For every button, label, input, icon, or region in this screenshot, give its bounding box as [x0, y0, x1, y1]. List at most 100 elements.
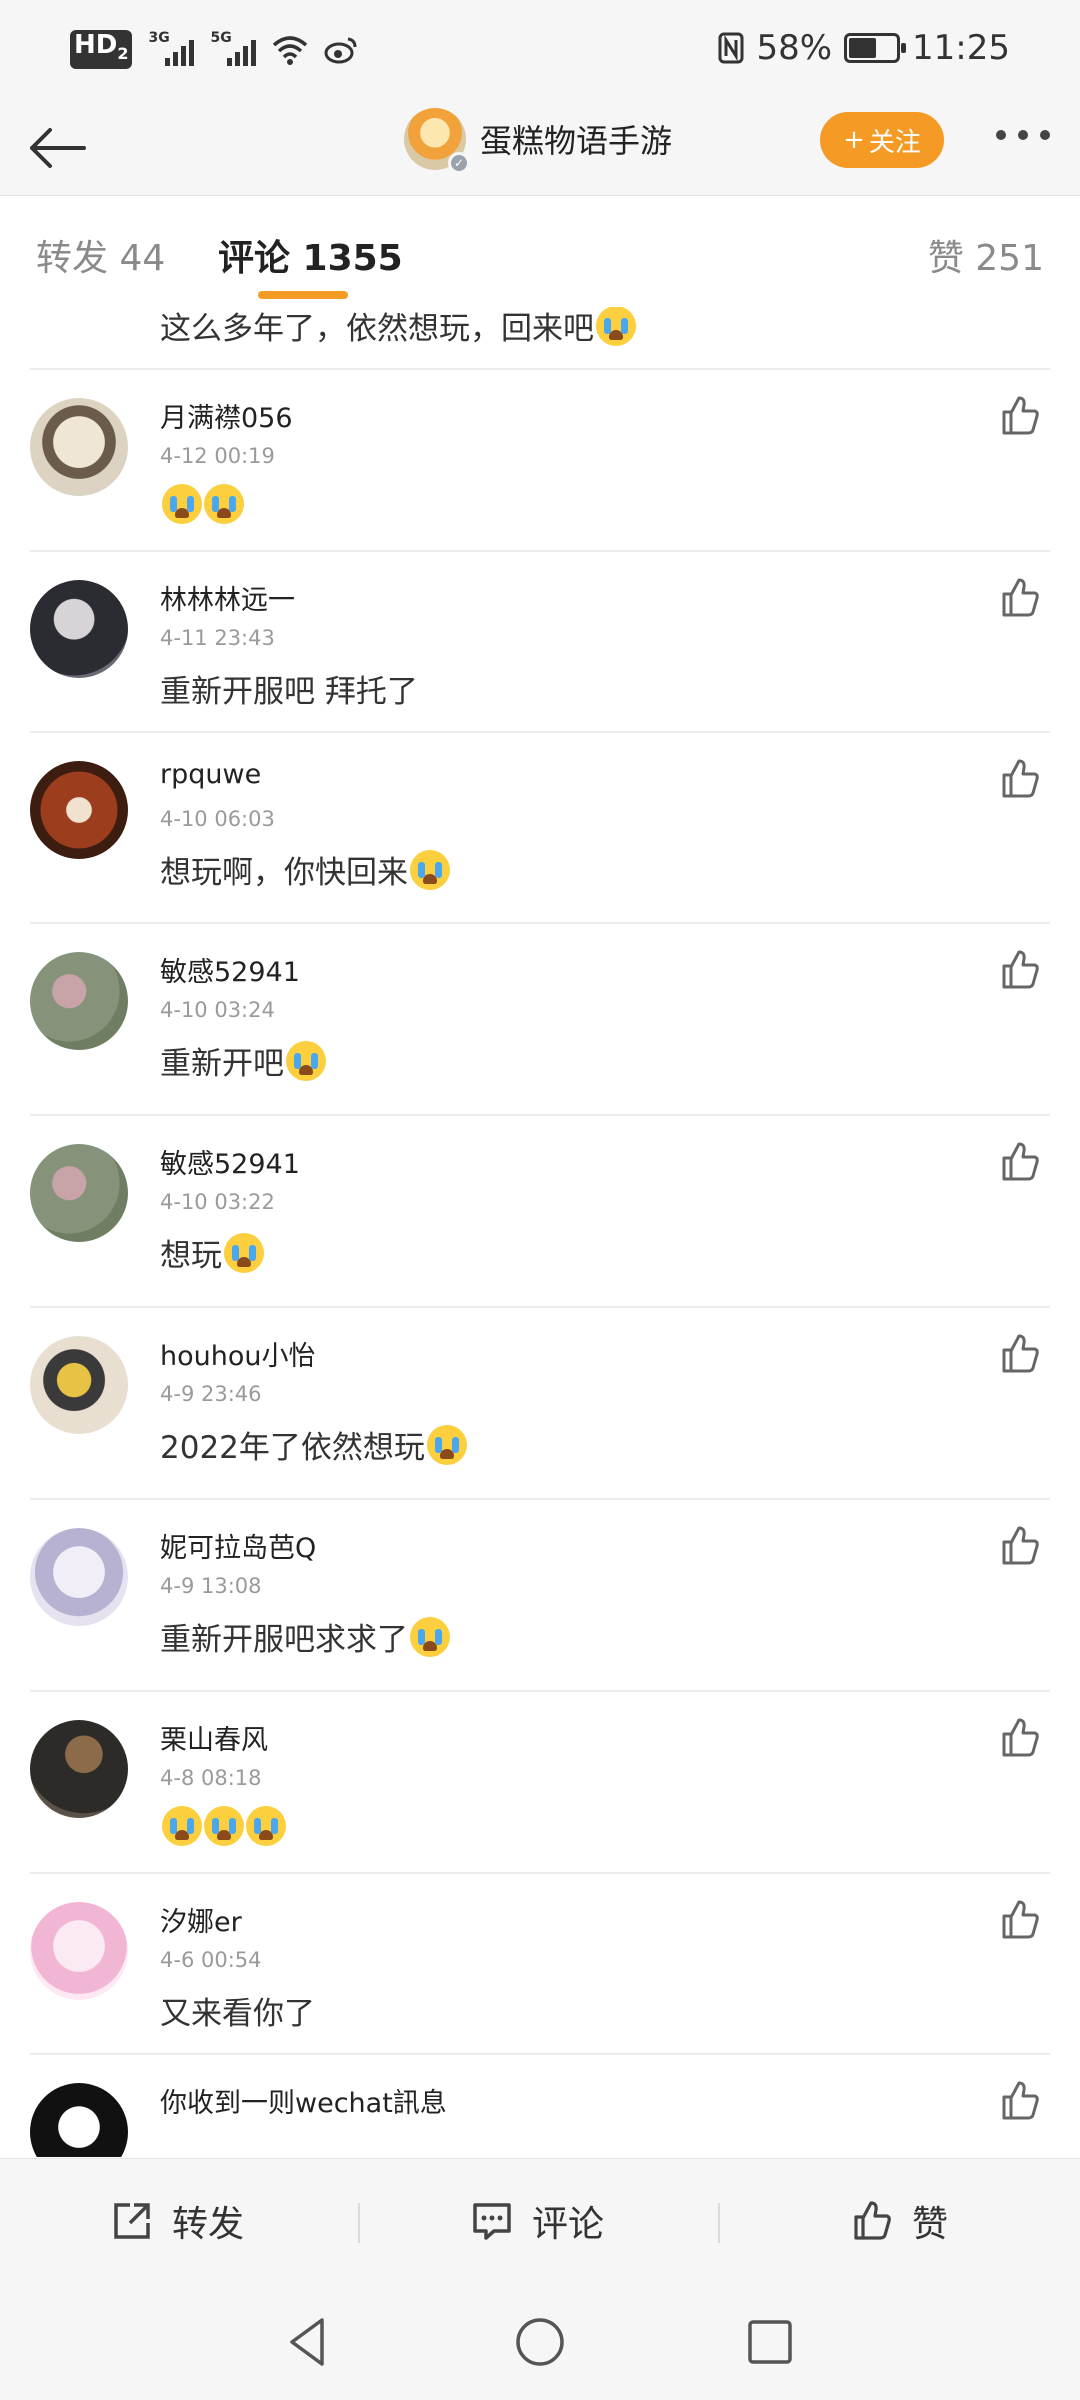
more-options-icon[interactable]: [996, 130, 1050, 140]
list-item: 这么多年了，依然想玩，回来吧: [0, 307, 1080, 370]
nav-back-icon[interactable]: [278, 2312, 338, 2372]
crying-emoji-icon: [596, 307, 636, 346]
comment-time: 4-11 23:43: [160, 626, 275, 650]
tab-likes[interactable]: 赞 251: [928, 229, 1044, 281]
comment-item[interactable]: 栗山春风 4-8 08:18: [0, 1692, 1080, 1874]
nav-recents-icon[interactable]: [740, 2312, 800, 2372]
avatar[interactable]: [30, 398, 128, 496]
comment-item[interactable]: rpquwe 4-10 06:03 想玩啊，你快回来: [0, 733, 1080, 924]
account-avatar[interactable]: ✓: [404, 108, 470, 174]
like-comment-icon[interactable]: [998, 394, 1042, 438]
comment-button[interactable]: 评论: [470, 2195, 604, 2247]
like-comment-icon[interactable]: [998, 757, 1042, 801]
avatar[interactable]: [30, 1336, 128, 1434]
share-icon: [114, 2203, 150, 2239]
comment-time: 4-6 00:54: [160, 1948, 262, 1972]
comment-item[interactable]: 你收到一则wechat訊息: [0, 2055, 1080, 2157]
comment-item[interactable]: 敏感52941 4-10 03:24 重新开吧: [0, 924, 1080, 1116]
avatar[interactable]: [30, 952, 128, 1050]
crying-emoji-icon: [410, 1616, 450, 1657]
tab-reposts[interactable]: 转发 44: [36, 229, 165, 281]
account-name[interactable]: 蛋糕物语手游: [480, 116, 672, 162]
comment-text: [160, 484, 244, 524]
like-comment-icon[interactable]: [998, 1716, 1042, 1760]
back-arrow-icon[interactable]: [22, 112, 94, 184]
comment-text: [160, 1806, 286, 1846]
comment-text: 重新开服吧 拜托了: [160, 674, 418, 710]
tab-bar: 转发 44 评论 1355 赞 251: [0, 197, 1080, 307]
active-tab-indicator: [258, 291, 348, 299]
account-info[interactable]: ✓ 蛋糕物语手游: [404, 108, 672, 174]
comment-text: 2022年了依然想玩: [160, 1422, 467, 1467]
status-right: 58% 11:25: [718, 28, 1010, 68]
comment-username[interactable]: rpquwe: [160, 759, 261, 790]
comment-time: 4-9 23:46: [160, 1382, 262, 1406]
avatar[interactable]: [30, 1528, 128, 1626]
comment-time: 4-8 08:18: [160, 1766, 262, 1790]
avatar[interactable]: [30, 761, 128, 859]
avatar[interactable]: [30, 1720, 128, 1818]
clock: 11:25: [912, 28, 1010, 68]
nav-home-icon[interactable]: [510, 2312, 570, 2372]
like-button[interactable]: 赞: [850, 2195, 948, 2247]
comment-item[interactable]: 妮可拉岛芭Q 4-9 13:08 重新开服吧求求了: [0, 1500, 1080, 1692]
comment-username[interactable]: 栗山春风: [160, 1718, 268, 1757]
comment-list[interactable]: 这么多年了，依然想玩，回来吧 月满襟056 4-12 00:19 林林林远一 4-11…: [0, 307, 1080, 2157]
bottom-action-bar: 转发 评论 赞: [0, 2158, 1080, 2284]
comment-username[interactable]: 汐娜er: [160, 1900, 242, 1939]
comment-time: 4-12 00:19: [160, 444, 275, 468]
like-comment-icon[interactable]: [998, 1898, 1042, 1942]
comment-item[interactable]: 月满襟056 4-12 00:19: [0, 370, 1080, 552]
comment-username[interactable]: 敏感52941: [160, 950, 300, 989]
status-left: HD2 3G 5G: [70, 30, 358, 70]
status-bar: HD2 3G 5G 58% 11:25: [0, 0, 1080, 100]
crying-emoji-icon: [246, 1806, 286, 1846]
comment-username[interactable]: 妮可拉岛芭Q: [160, 1526, 316, 1565]
crying-emoji-icon: [286, 1040, 326, 1081]
crying-emoji-icon: [162, 1806, 202, 1846]
battery-percent: 58%: [756, 28, 833, 68]
comment-username[interactable]: 你收到一则wechat訊息: [160, 2081, 447, 2120]
comment-username[interactable]: houhou小怡: [160, 1334, 316, 1373]
comment-username[interactable]: 敏感52941: [160, 1142, 300, 1181]
like-comment-icon[interactable]: [998, 1524, 1042, 1568]
nfc-icon: [718, 32, 744, 64]
like-comment-icon[interactable]: [998, 1332, 1042, 1376]
comment-text: 又来看你了: [160, 1996, 315, 2032]
avatar[interactable]: [30, 1144, 128, 1242]
comment-time: 4-10 06:03: [160, 807, 275, 831]
comment-username[interactable]: 月满襟056: [160, 396, 293, 435]
comment-text: 重新开服吧求求了: [160, 1614, 450, 1659]
comment-text: 重新开吧: [160, 1038, 326, 1083]
like-comment-icon[interactable]: [998, 576, 1042, 620]
comment-item[interactable]: houhou小怡 4-9 23:46 2022年了依然想玩: [0, 1308, 1080, 1500]
comment-username[interactable]: 林林林远一: [160, 578, 295, 617]
comment-item[interactable]: 敏感52941 4-10 03:22 想玩: [0, 1116, 1080, 1308]
tab-comments[interactable]: 评论 1355: [218, 229, 403, 281]
avatar[interactable]: [30, 2083, 128, 2157]
wifi-icon: [273, 35, 308, 65]
like-comment-icon[interactable]: [998, 2079, 1042, 2123]
signal-3g-icon: 3G: [148, 30, 195, 68]
divider: [718, 2203, 720, 2243]
battery-icon: [844, 33, 907, 63]
like-comment-icon[interactable]: [998, 948, 1042, 992]
crying-emoji-icon: [162, 484, 202, 524]
comment-time: 4-9 13:08: [160, 1574, 262, 1598]
repost-button[interactable]: 转发: [110, 2195, 244, 2247]
crying-emoji-icon: [224, 1232, 264, 1273]
thumbs-up-icon: [854, 2201, 891, 2240]
comment-time: 4-10 03:22: [160, 1190, 275, 1214]
like-comment-icon[interactable]: [998, 1140, 1042, 1184]
comment-icon: [473, 2203, 511, 2240]
comment-text: 这么多年了，依然想玩，回来吧: [160, 307, 636, 348]
plus-icon: +: [843, 125, 865, 155]
avatar[interactable]: [30, 580, 128, 678]
comment-item[interactable]: 汐娜er 4-6 00:54 又来看你了: [0, 1874, 1080, 2055]
verified-icon: ✓: [448, 152, 470, 174]
crying-emoji-icon: [426, 1424, 467, 1465]
follow-button[interactable]: + 关注: [820, 112, 944, 168]
comment-item[interactable]: 林林林远一 4-11 23:43 重新开服吧 拜托了: [0, 552, 1080, 733]
crying-emoji-icon: [410, 849, 450, 890]
avatar[interactable]: [30, 1902, 128, 2000]
